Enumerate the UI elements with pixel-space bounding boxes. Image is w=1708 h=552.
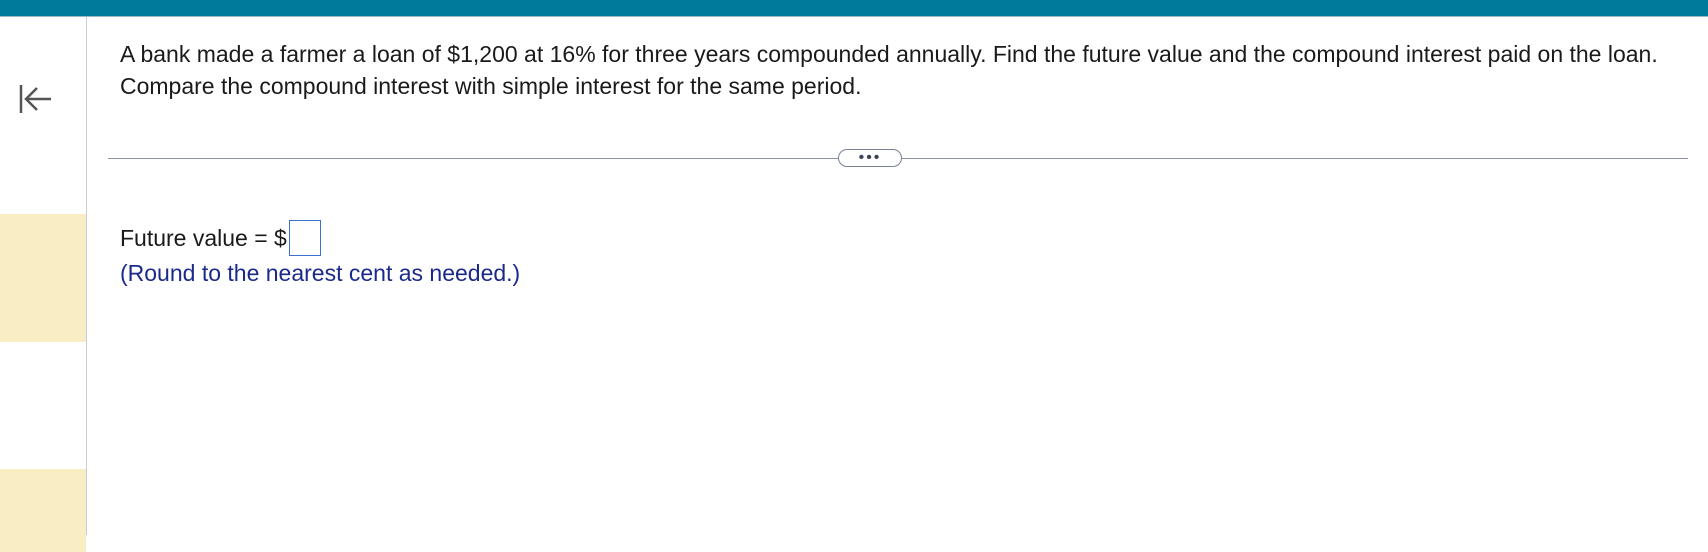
answer-row: Future value = $ <box>120 218 321 258</box>
collapse-left-arrow-icon <box>19 85 51 113</box>
sidebar <box>0 17 87 552</box>
future-value-input[interactable] <box>288 220 321 256</box>
highlight-band <box>0 214 86 342</box>
highlight-band <box>0 469 86 552</box>
expand-more-button[interactable]: ••• <box>838 149 902 167</box>
question-text: A bank made a farmer a loan of $1,200 at… <box>120 41 1658 99</box>
top-bar <box>0 0 1708 17</box>
future-value-label: Future value = $ <box>120 224 287 251</box>
rounding-hint: (Round to the nearest cent as needed.) <box>120 260 521 286</box>
collapse-sidebar-button[interactable] <box>10 77 60 121</box>
